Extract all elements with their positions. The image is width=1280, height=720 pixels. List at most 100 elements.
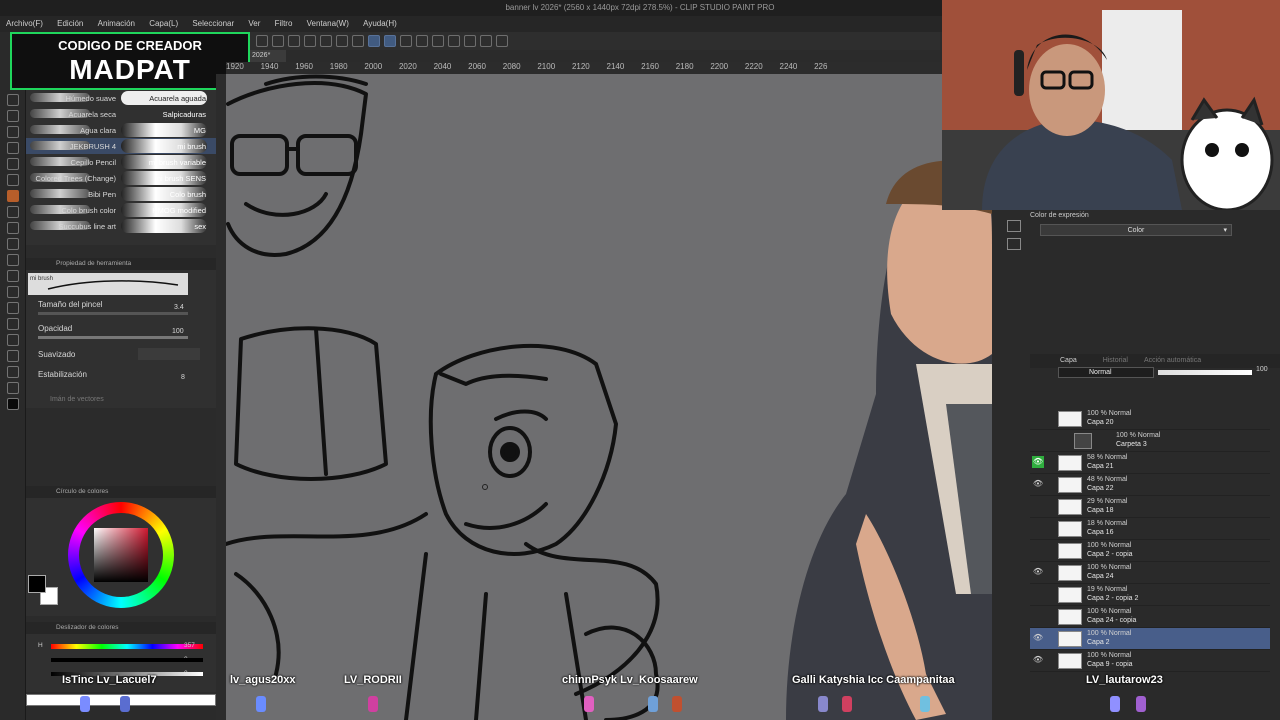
menu-seleccionar[interactable]: Seleccionar: [186, 16, 240, 32]
brush-size-slider[interactable]: [38, 312, 188, 315]
snap-special-ruler-icon[interactable]: [384, 35, 396, 47]
pen-icon[interactable]: [7, 158, 19, 170]
menu-ventana[interactable]: Ventana(W): [301, 16, 355, 32]
layer-opacity-value[interactable]: 100: [1256, 366, 1268, 373]
fill-tool-icon[interactable]: [7, 270, 19, 282]
tab-layer[interactable]: Capa: [1060, 357, 1077, 364]
drawing-canvas[interactable]: [226, 74, 992, 720]
menu-capa[interactable]: Capa(L): [143, 16, 184, 32]
visibility-icon[interactable]: 👁: [1032, 478, 1044, 490]
crop-icon[interactable]: [336, 35, 348, 47]
decoration-icon[interactable]: [7, 222, 19, 234]
layer-mask-icon[interactable]: [496, 35, 508, 47]
balloon-icon[interactable]: [7, 366, 19, 378]
saturation-value-square[interactable]: [94, 528, 148, 582]
menu-filtro[interactable]: Filtro: [269, 16, 299, 32]
layer-row[interactable]: 👁 48 % Normal Capa 22: [1030, 474, 1270, 496]
layer-row[interactable]: 19 % Normal Capa 2 - copia 2: [1030, 584, 1270, 606]
visibility-icon[interactable]: [1032, 544, 1044, 556]
main-color-swatch[interactable]: [28, 575, 46, 593]
layer-row[interactable]: 18 % Normal Capa 16: [1030, 518, 1270, 540]
shrink-selection-icon[interactable]: [464, 35, 476, 47]
hue-ring[interactable]: [68, 502, 174, 608]
expand-selection-icon[interactable]: [448, 35, 460, 47]
transform-icon[interactable]: [320, 35, 332, 47]
tab-history[interactable]: Historial: [1103, 357, 1128, 364]
document-tab[interactable]: 2026*: [250, 50, 286, 62]
visibility-icon[interactable]: 👁: [1032, 632, 1044, 644]
layer-row[interactable]: 100 % Normal Capa 24 - copia: [1030, 606, 1270, 628]
visibility-icon[interactable]: [1032, 500, 1044, 512]
layer-row[interactable]: 👁 100 % Normal Capa 9 - copia: [1030, 650, 1270, 672]
fill-icon[interactable]: [480, 35, 492, 47]
folder-row[interactable]: 100 % Normal Carpeta 3: [1030, 430, 1270, 452]
brush-item[interactable]: Húmedo suave Acuarela aguada: [26, 90, 216, 106]
brush-item[interactable]: Colored Trees (Change) mi brush SENS: [26, 170, 216, 186]
snap-ruler-icon[interactable]: [368, 35, 380, 47]
sub-view-icon[interactable]: [1007, 238, 1021, 250]
menu-archivo[interactable]: Archivo(F): [0, 16, 49, 32]
deselect-icon[interactable]: [352, 35, 364, 47]
visibility-icon[interactable]: [1032, 588, 1044, 600]
visibility-icon[interactable]: 👁: [1032, 456, 1044, 468]
stabilization-value[interactable]: 8: [181, 374, 185, 381]
eraser-icon[interactable]: [7, 238, 19, 250]
layer-row[interactable]: 100 % Normal Capa 2 - copia: [1030, 540, 1270, 562]
opacity-value[interactable]: 100: [172, 328, 184, 335]
brush-icon[interactable]: [7, 190, 19, 202]
clear-icon[interactable]: [304, 35, 316, 47]
redo-icon[interactable]: [288, 35, 300, 47]
menu-ayuda[interactable]: Ayuda(H): [357, 16, 403, 32]
main-color-swatch[interactable]: [7, 398, 19, 410]
undo-icon[interactable]: [272, 35, 284, 47]
menu-ver[interactable]: Ver: [242, 16, 266, 32]
frame-icon[interactable]: [7, 318, 19, 330]
ruler-icon[interactable]: [7, 334, 19, 346]
visibility-icon[interactable]: [1032, 610, 1044, 622]
color-swatches[interactable]: [28, 575, 58, 605]
airbrush-icon[interactable]: [7, 206, 19, 218]
lasso-icon[interactable]: [7, 126, 19, 138]
layer-row[interactable]: 29 % Normal Capa 18: [1030, 496, 1270, 518]
gradient-icon[interactable]: [7, 286, 19, 298]
snap-grid-icon[interactable]: [400, 35, 412, 47]
visibility-icon[interactable]: 👁: [1032, 566, 1044, 578]
layer-opacity-slider[interactable]: [1158, 370, 1252, 375]
blend-icon[interactable]: [7, 254, 19, 266]
eyedropper-icon[interactable]: [7, 142, 19, 154]
zoom-icon[interactable]: [7, 94, 19, 106]
hue-value[interactable]: 357: [184, 642, 195, 649]
visibility-icon[interactable]: [1032, 434, 1044, 446]
saturation-slider[interactable]: [51, 658, 203, 662]
pencil-icon[interactable]: [7, 174, 19, 186]
brush-item[interactable]: Succubus line art sex: [26, 218, 216, 234]
figure-icon[interactable]: [7, 302, 19, 314]
text-icon[interactable]: [7, 350, 19, 362]
visibility-icon[interactable]: [1032, 412, 1044, 424]
brush-item[interactable]: Agua clara MG: [26, 122, 216, 138]
brush-size-value[interactable]: 3.4: [174, 304, 184, 311]
menu-animacion[interactable]: Animación: [92, 16, 141, 32]
visibility-icon[interactable]: 👁: [1032, 654, 1044, 666]
brush-item[interactable]: Cepillo Pencil mi brush variable: [26, 154, 216, 170]
brush-item[interactable]: Bibi Pen Colo brush: [26, 186, 216, 202]
brush-item[interactable]: Acuarela seca Salpicaduras: [26, 106, 216, 122]
layer-row[interactable]: 100 % Normal Capa 20: [1030, 408, 1270, 430]
expression-color-select[interactable]: Color ▾: [1040, 224, 1232, 236]
layer-row-selected[interactable]: 👁 100 % Normal Capa 2: [1030, 628, 1270, 650]
brush-item-selected[interactable]: JEKBRUSH 4 mi brush: [26, 138, 216, 154]
navigator-icon[interactable]: [1007, 220, 1021, 232]
tab-auto-action[interactable]: Acción automática: [1144, 357, 1201, 364]
brush-item[interactable]: Colo brush color HMOG modified: [26, 202, 216, 218]
correct-line-icon[interactable]: [7, 382, 19, 394]
save-icon[interactable]: [256, 35, 268, 47]
visibility-icon[interactable]: [1032, 522, 1044, 534]
select-icon[interactable]: [416, 35, 428, 47]
blend-mode-select[interactable]: Normal: [1058, 367, 1154, 378]
layer-row[interactable]: 👁 58 % Normal Capa 21: [1030, 452, 1270, 474]
menu-edicion[interactable]: Edición: [51, 16, 89, 32]
opacity-slider[interactable]: [38, 336, 188, 339]
hue-slider[interactable]: [51, 644, 203, 649]
smoothing-selector[interactable]: [138, 348, 200, 360]
move-icon[interactable]: [7, 110, 19, 122]
